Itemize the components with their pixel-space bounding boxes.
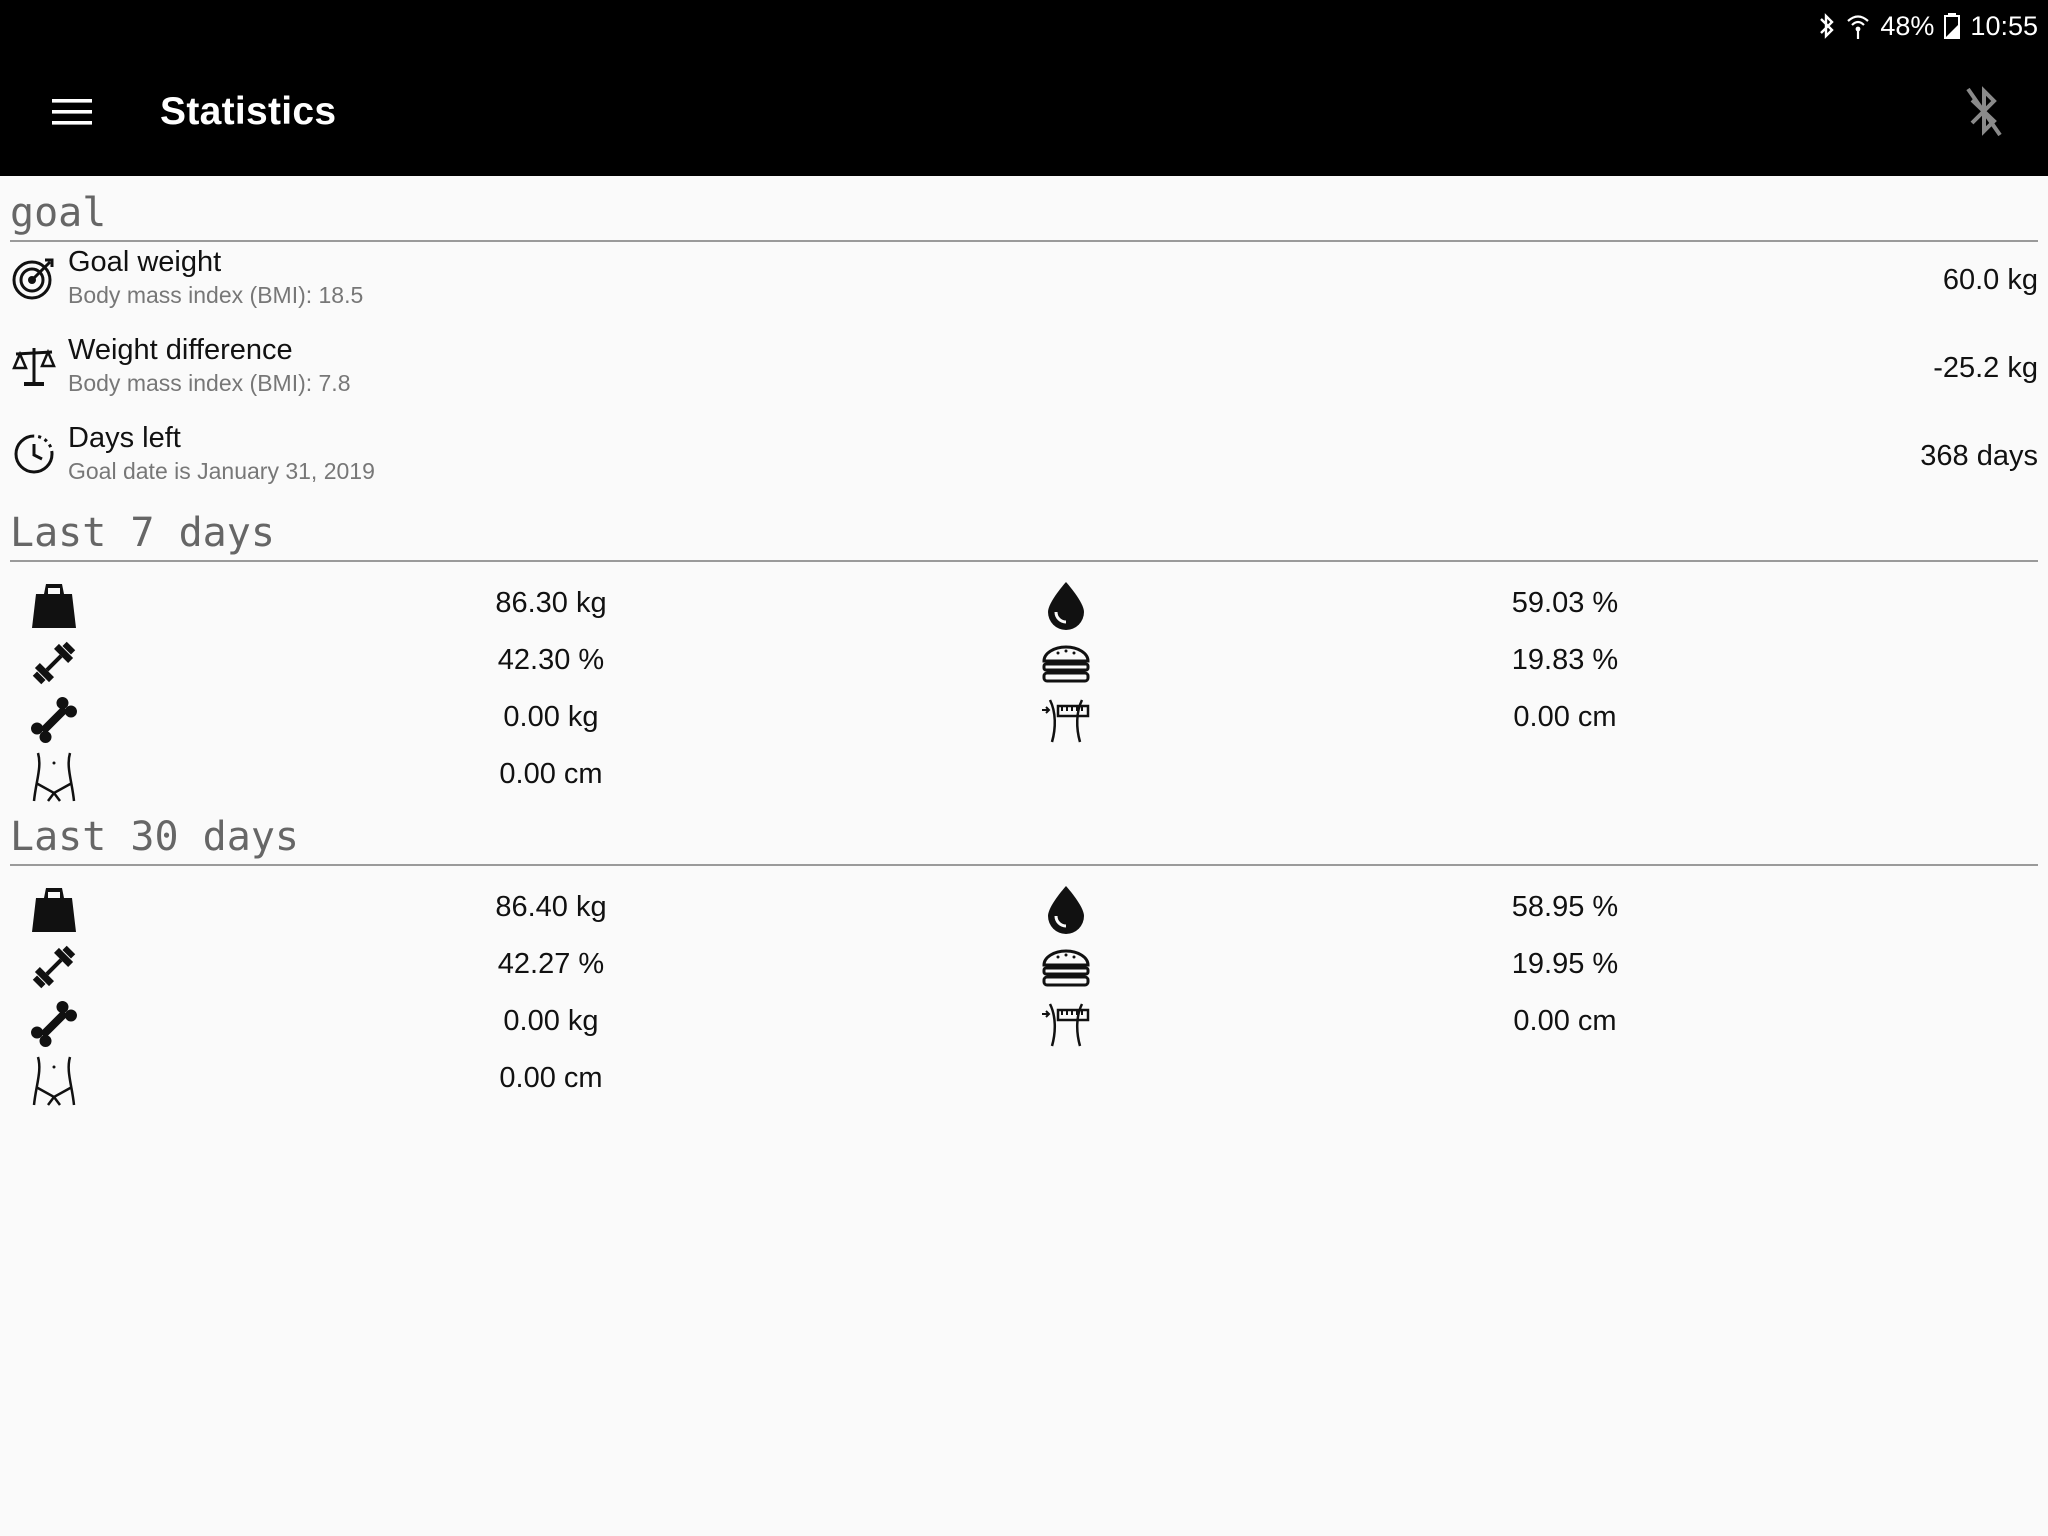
- bluetooth-icon: [1818, 12, 1836, 40]
- burger-fat-icon: [1040, 637, 1092, 689]
- weight-difference-subtitle: Body mass index (BMI): 7.8: [68, 370, 351, 396]
- bluetooth-connect-button[interactable]: [1960, 84, 2008, 144]
- water-drop-icon: [1040, 580, 1092, 632]
- water-value: 58.95 %: [1511, 891, 1619, 923]
- weight-difference-value: -25.2 kg: [1933, 352, 2038, 384]
- last-30-days-section-header: Last 30 days: [10, 812, 2038, 866]
- wifi-icon: [1846, 12, 1870, 40]
- days-left-row: Days left Goal date is January 31, 2019 …: [10, 422, 2038, 502]
- muscle-value: 42.27 %: [497, 948, 605, 980]
- bone-value: 0.00 kg: [503, 701, 599, 733]
- goal-weight-subtitle: Body mass index (BMI): 18.5: [68, 282, 364, 308]
- muscle-value: 42.30 %: [497, 644, 605, 676]
- water-drop-icon: [1040, 884, 1092, 936]
- hip-value: 0.00 cm: [499, 758, 603, 790]
- burger-fat-icon: [1040, 941, 1092, 993]
- hip-value: 0.00 cm: [499, 1062, 603, 1094]
- goal-weight-title: Goal weight: [68, 246, 222, 278]
- weight-icon: [28, 884, 80, 936]
- last-7-days-section-header: Last 7 days: [10, 508, 2038, 562]
- days-left-title: Days left: [68, 422, 181, 454]
- target-icon: [12, 256, 56, 300]
- bone-icon: [28, 998, 80, 1050]
- waist-measure-icon: [1040, 694, 1092, 746]
- fat-value: 19.95 %: [1511, 948, 1619, 980]
- battery-icon: [1944, 13, 1961, 39]
- weight-difference-title: Weight difference: [68, 334, 293, 366]
- goal-weight-value: 60.0 kg: [1942, 264, 2038, 296]
- weight-difference-row: Weight difference Body mass index (BMI):…: [10, 334, 2038, 414]
- dumbbell-icon: [28, 941, 80, 993]
- days-left-value: 368 days: [1920, 440, 2038, 472]
- battery-percent: 48%: [1880, 10, 1935, 41]
- weight-value: 86.30 kg: [495, 587, 607, 619]
- water-value: 59.03 %: [1511, 587, 1619, 619]
- weight-value: 86.40 kg: [495, 891, 607, 923]
- page-title: Statistics: [160, 90, 337, 133]
- days-left-subtitle: Goal date is January 31, 2019: [68, 458, 375, 484]
- menu-icon: [52, 97, 92, 132]
- hip-icon: [28, 1055, 80, 1107]
- bone-value: 0.00 kg: [503, 1005, 599, 1037]
- menu-button[interactable]: [28, 86, 116, 142]
- goal-section-header: goal: [10, 188, 2038, 242]
- bone-icon: [28, 694, 80, 746]
- fat-value: 19.83 %: [1511, 644, 1619, 676]
- scale-balance-icon: [12, 344, 56, 388]
- weight-icon: [28, 580, 80, 632]
- clock-icon: [12, 432, 56, 476]
- waist-value: 0.00 cm: [1513, 701, 1617, 733]
- app-bar: Statistics: [0, 52, 2048, 176]
- goal-weight-row: Goal weight Body mass index (BMI): 18.5 …: [10, 246, 2038, 326]
- waist-measure-icon: [1040, 998, 1092, 1050]
- clock-time: 10:55: [1970, 10, 2038, 41]
- waist-value: 0.00 cm: [1513, 1005, 1617, 1037]
- dumbbell-icon: [28, 637, 80, 689]
- bluetooth-disabled-icon: [1964, 85, 2004, 144]
- hip-icon: [28, 751, 80, 803]
- status-bar: 48% 10:55: [0, 0, 2048, 52]
- status-icons: 48% 10:55: [1818, 8, 2038, 44]
